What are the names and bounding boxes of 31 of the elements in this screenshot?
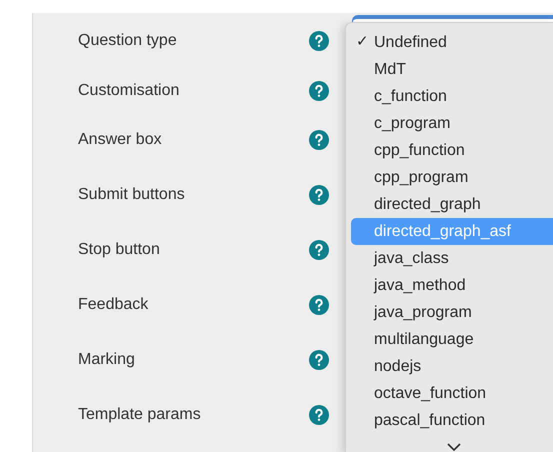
- setting-label: Stop button: [78, 240, 161, 260]
- setting-label: Marking: [78, 350, 136, 370]
- help-icon[interactable]: [309, 240, 329, 260]
- menu-item[interactable]: multilanguage: [351, 326, 553, 353]
- setting-label: Template params: [78, 404, 202, 424]
- menu-item[interactable]: MdT: [351, 56, 553, 83]
- setting-label: Submit buttons: [78, 184, 186, 204]
- help-icon[interactable]: [309, 130, 329, 150]
- menu-item[interactable]: cpp_function: [351, 137, 553, 164]
- help-icon[interactable]: [309, 184, 329, 204]
- menu-item[interactable]: c_function: [351, 83, 553, 110]
- menu-item[interactable]: ✓ Undefined: [351, 29, 553, 56]
- menu-item[interactable]: pascal_function: [351, 407, 553, 434]
- scroll-down-icon[interactable]: [447, 443, 461, 451]
- menu-item[interactable]: nodejs: [351, 353, 553, 380]
- menu-item[interactable]: directed_graph: [351, 191, 553, 218]
- menu-item[interactable]: cpp_program: [351, 164, 553, 191]
- setting-label: Customisation: [78, 80, 180, 100]
- menu-item[interactable]: java_program: [351, 299, 553, 326]
- setting-label: Question type: [78, 30, 178, 50]
- help-icon[interactable]: [309, 30, 329, 50]
- menu-item[interactable]: java_method: [351, 272, 553, 299]
- setting-label: Feedback: [78, 294, 150, 314]
- help-icon[interactable]: [309, 404, 329, 424]
- menu-item[interactable]: java_class: [351, 245, 553, 272]
- setting-label: Answer box: [78, 130, 163, 150]
- menu-item[interactable]: octave_function: [351, 380, 553, 407]
- help-icon[interactable]: [309, 350, 329, 370]
- help-icon[interactable]: [309, 80, 329, 100]
- menu-item[interactable]: c_program: [351, 110, 553, 137]
- help-icon[interactable]: [309, 294, 329, 314]
